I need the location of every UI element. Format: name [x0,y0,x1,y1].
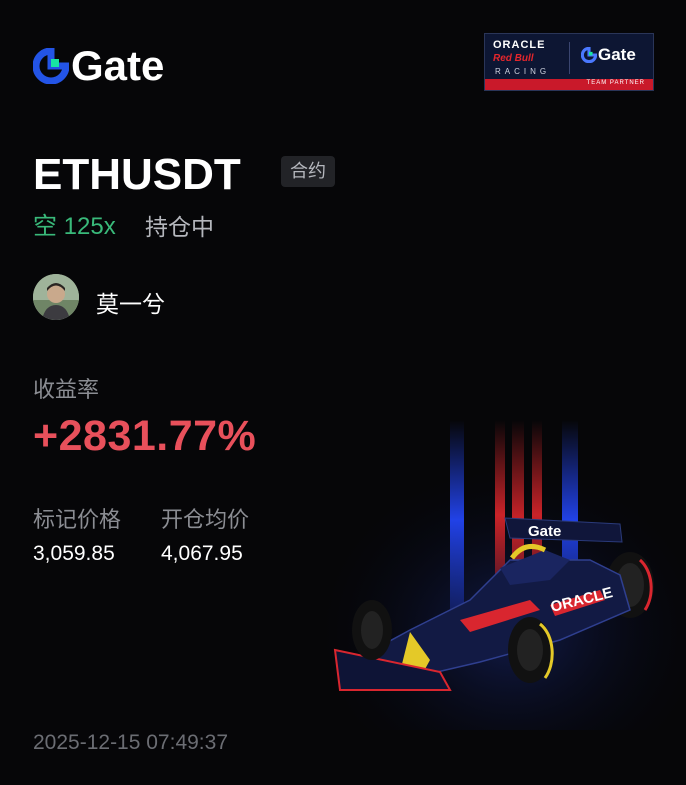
gate-logo-icon [581,47,597,63]
partner-strip: TEAM PARTNER [485,79,653,90]
share-card: Gate ORACLE Red Bull RACING Gate TEAM PA… [0,0,686,785]
partner-divider [569,42,570,74]
user-name: 莫一兮 [96,291,165,317]
position-status: 持仓中 [145,214,214,240]
avatar [33,274,79,320]
timestamp: 2025-12-15 07:49:37 [33,731,228,754]
roi-value: +2831.77% [33,412,257,460]
mark-price-value: 3,059.85 [33,542,115,565]
partner-line3: RACING [495,67,551,76]
brand-name: Gate [71,42,165,89]
partner-brand: Gate [598,45,636,64]
partner-line1: ORACLE [493,39,546,51]
svg-text:Gate: Gate [528,523,561,540]
partner-gate: Gate [581,45,636,65]
partner-badge: ORACLE Red Bull RACING Gate TEAM PARTNER [484,33,654,91]
brand-logo: Gate [33,42,165,89]
partner-caption: TEAM PARTNER [586,80,645,86]
roi-label: 收益率 [33,377,100,402]
race-car-illustration: Gate ORACLE [300,400,686,730]
mark-price-label: 标记价格 [33,507,122,532]
position-symbol: ETHUSDT [33,150,241,199]
partner-line2: Red Bull [493,53,534,64]
position-direction: 空 125x [33,213,116,240]
open-price-value: 4,067.95 [161,542,243,565]
avatar-image [33,274,79,320]
contract-tag: 合约 [281,156,335,187]
open-price-label: 开仓均价 [161,507,250,532]
gate-logo-icon [33,48,69,84]
